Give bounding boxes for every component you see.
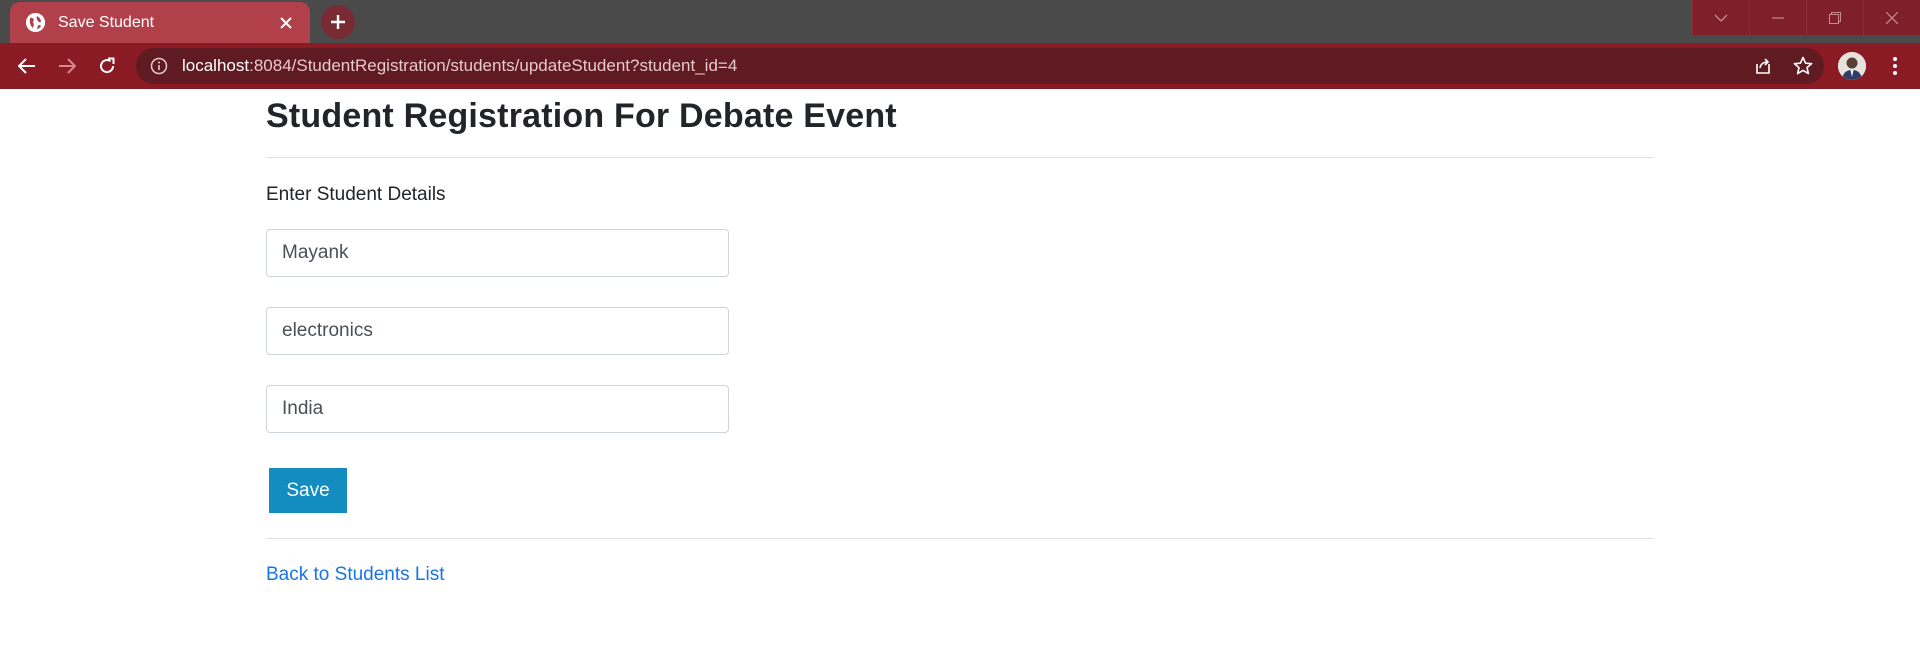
divider	[266, 157, 1654, 158]
branch-field-wrapper	[266, 307, 1654, 355]
browser-tabstrip: Save Student	[0, 0, 1920, 43]
globe-icon	[26, 13, 45, 32]
save-button[interactable]: Save	[269, 468, 347, 513]
star-icon[interactable]	[1790, 53, 1816, 79]
address-bar[interactable]: localhost:8084/StudentRegistration/stude…	[136, 48, 1824, 84]
student-name-input[interactable]	[266, 229, 729, 277]
reload-icon[interactable]	[90, 49, 124, 83]
student-country-input[interactable]	[266, 385, 729, 433]
info-icon[interactable]	[150, 57, 168, 75]
address-bar-actions	[1750, 48, 1816, 84]
url-text: localhost:8084/StudentRegistration/stude…	[182, 56, 737, 76]
tab-title: Save Student	[58, 13, 155, 31]
form-subtitle: Enter Student Details	[266, 184, 446, 205]
name-field-wrapper	[266, 229, 1654, 277]
plus-icon[interactable]	[321, 5, 355, 39]
student-form: Save	[266, 229, 1654, 513]
url-path: :8084/StudentRegistration/students/updat…	[249, 56, 738, 75]
country-field-wrapper	[266, 385, 1654, 433]
divider	[266, 538, 1654, 539]
browser-toolbar: localhost:8084/StudentRegistration/stude…	[0, 43, 1920, 89]
page-content: Student Registration For Debate Event En…	[266, 89, 1654, 586]
restore-icon[interactable]	[1806, 0, 1863, 35]
avatar[interactable]	[1838, 52, 1866, 80]
window-controls	[1692, 0, 1920, 35]
close-icon[interactable]	[274, 11, 298, 35]
share-icon[interactable]	[1750, 53, 1776, 79]
student-branch-input[interactable]	[266, 307, 729, 355]
page-title: Student Registration For Debate Event	[266, 97, 897, 135]
kebab-menu-icon[interactable]	[1878, 49, 1912, 83]
back-to-students-link[interactable]: Back to Students List	[266, 564, 445, 586]
url-host: localhost	[182, 56, 250, 75]
arrow-left-icon[interactable]	[10, 49, 44, 83]
minimize-icon[interactable]	[1749, 0, 1806, 35]
chevron-down-icon[interactable]	[1692, 0, 1749, 35]
close-window-icon[interactable]	[1863, 0, 1920, 35]
arrow-right-icon[interactable]	[50, 49, 84, 83]
browser-tab[interactable]: Save Student	[10, 2, 310, 43]
